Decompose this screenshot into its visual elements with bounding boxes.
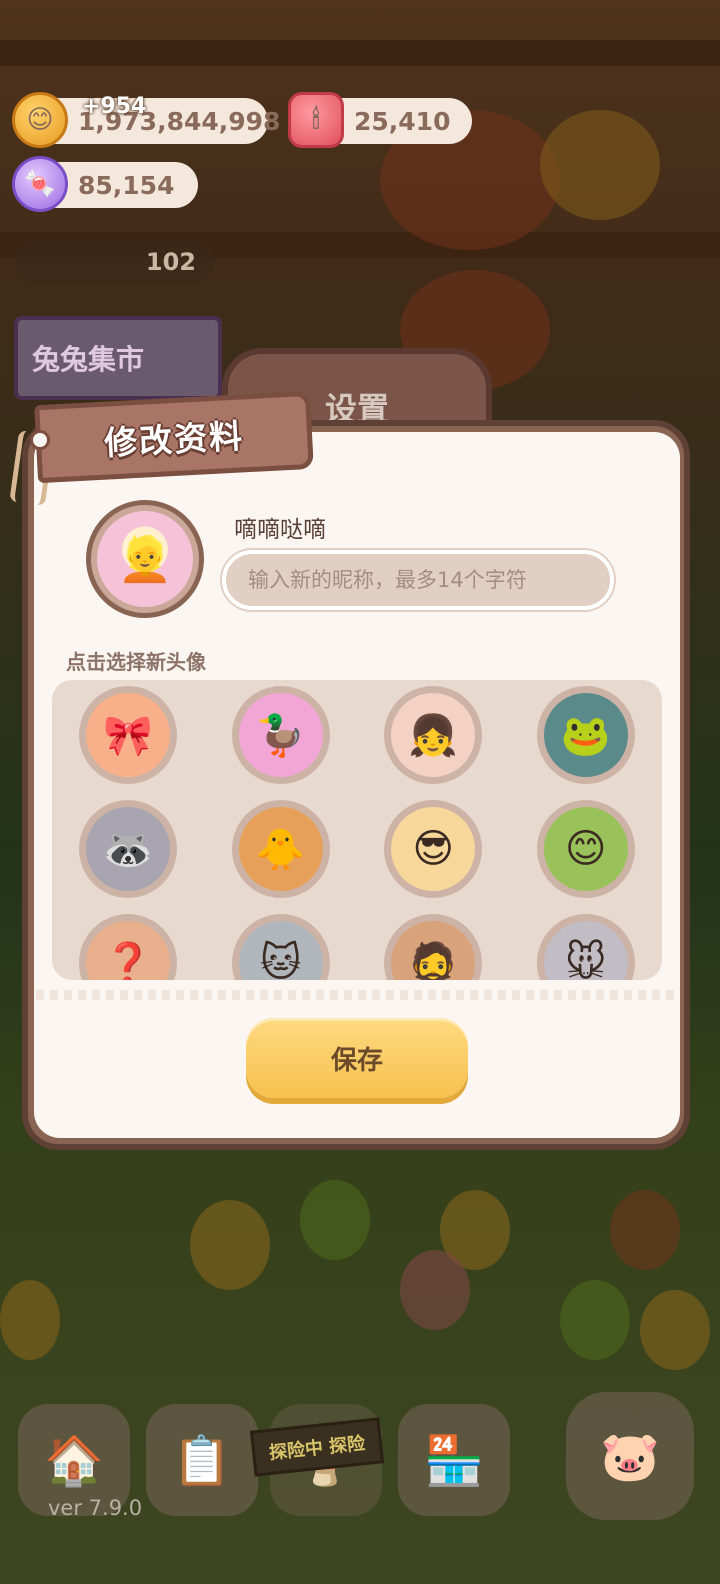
avatar-option[interactable]: 🐥	[231, 800, 330, 898]
nav-character-button[interactable]: 🐷	[566, 1392, 694, 1520]
modal-title: 修改资料	[103, 416, 246, 463]
dim-counter-value: 102	[145, 248, 196, 276]
nav-shop-button[interactable]: 🏪	[398, 1404, 510, 1516]
divider	[36, 990, 678, 1000]
character-icon: 🐷	[600, 1428, 660, 1485]
avatar-option-image: 🧔	[391, 921, 476, 980]
avatar-grid: 🎀 🦆 👧 🐸 🦝 🐥 😎 😊 ❓ 🐱 🧔 🐭	[52, 680, 662, 980]
candy-icon: 🍬	[12, 156, 68, 212]
current-nickname: 嘀嘀哒嘀	[234, 517, 326, 543]
avatar-option[interactable]: 🧔	[384, 914, 483, 980]
avatar-option-image: 🐭	[543, 921, 628, 980]
avatar-option[interactable]: 👧	[384, 686, 483, 784]
avatar-option[interactable]: 🐱	[231, 914, 330, 980]
save-button[interactable]: 保存	[246, 1018, 468, 1098]
notebook-icon: 📋	[172, 1432, 232, 1489]
avatar-section-label: 点击选择新头像	[66, 650, 206, 674]
avatar-option-image: 🦝	[86, 807, 171, 891]
coin-counter[interactable]: 😊 1,973,844,998 +954	[12, 92, 280, 148]
avatar-option-image: 🦆	[238, 693, 323, 777]
avatar-option[interactable]: 🦆	[231, 686, 330, 784]
avatar-option[interactable]: 😎	[384, 800, 483, 898]
avatar-option[interactable]: 🐭	[536, 914, 635, 980]
avatar-option-image: ❓	[86, 921, 171, 980]
avatar-option-image: 👧	[391, 693, 476, 777]
avatar-grid-container[interactable]: 🎀 🦆 👧 🐸 🦝 🐥 😎 😊 ❓ 🐱 🧔 🐭	[52, 680, 662, 980]
avatar-option-image: 🐥	[238, 807, 323, 891]
modal-title-ribbon: 修改资料	[34, 390, 314, 484]
current-avatar-image: 👱	[97, 511, 193, 607]
avatar-option[interactable]: 🦝	[79, 800, 178, 898]
avatar-option-image: 😊	[543, 807, 628, 891]
candle-icon: 🕯	[288, 92, 344, 148]
avatar-option-image: 🐸	[543, 693, 628, 777]
avatar-option[interactable]: 😊	[536, 800, 635, 898]
current-avatar: 👱	[86, 500, 204, 618]
coin-delta: +954	[82, 94, 147, 119]
candle-counter[interactable]: 🕯 25,410	[288, 92, 472, 148]
nav-notes-button[interactable]: 📋	[146, 1404, 258, 1516]
market-sign-label: 兔兔集市	[32, 343, 145, 376]
version-label: ver 7.9.0	[48, 1496, 143, 1520]
avatar-option[interactable]: 🐸	[536, 686, 635, 784]
avatar-option[interactable]: 🎀	[79, 686, 178, 784]
dim-counter: 102	[14, 240, 214, 284]
market-sign: 兔兔集市	[14, 316, 222, 400]
avatar-option-image: 🎀	[86, 693, 171, 777]
mushroom-house-icon: 🏠	[44, 1432, 104, 1489]
avatar-option-image: 🐱	[238, 921, 323, 980]
avatar-option[interactable]: ❓	[79, 914, 178, 980]
candy-value: 85,154	[78, 170, 175, 200]
shop-icon: 🏪	[424, 1432, 484, 1489]
avatar-option-image: 😎	[391, 807, 476, 891]
nickname-input[interactable]	[222, 550, 614, 610]
ribbon-hole	[30, 430, 50, 450]
candle-value: 25,410	[354, 106, 451, 136]
candy-counter[interactable]: 🍬 85,154	[12, 156, 198, 212]
coin-icon: 😊	[12, 92, 68, 148]
